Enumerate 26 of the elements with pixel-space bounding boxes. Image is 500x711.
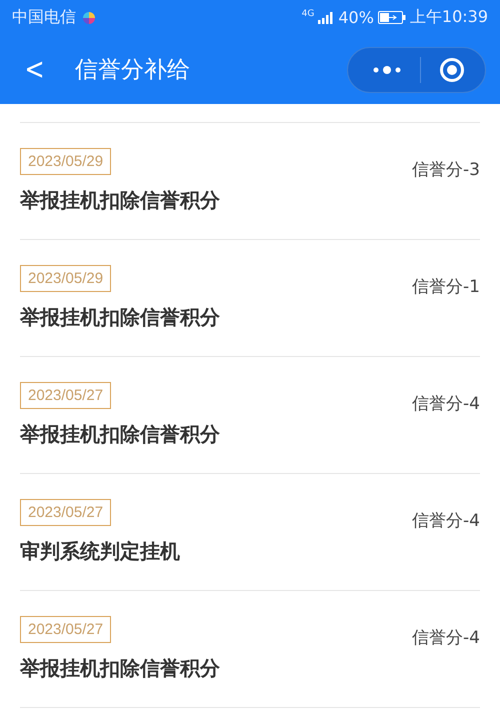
- date-tag: 2023/05/29: [20, 265, 112, 292]
- carrier-name: 中国电信: [12, 7, 76, 28]
- battery-icon: [378, 11, 406, 24]
- clock-time: 上午10:39: [410, 7, 488, 28]
- record-title: 举报挂机扣除信誉积分: [20, 304, 220, 331]
- date-tag: 2023/05/27: [20, 499, 112, 526]
- record-title: 举报挂机扣除信誉积分: [20, 187, 220, 214]
- page-title: 信誉分补给: [75, 56, 190, 85]
- more-icon[interactable]: [372, 64, 402, 74]
- score-change: 信誉分-4: [412, 392, 480, 414]
- score-change: 信誉分-1: [412, 276, 480, 298]
- carrier-logo-icon: [82, 10, 96, 24]
- close-icon[interactable]: [439, 56, 465, 82]
- record-title: 举报挂机扣除信誉积分: [20, 655, 220, 682]
- date-tag: 2023/05/29: [20, 148, 112, 175]
- record-title: 审判系统判定挂机: [20, 538, 180, 565]
- score-change: 信誉分-3: [412, 158, 480, 180]
- record-title: 举报挂机扣除信誉积分: [20, 421, 220, 448]
- signal-icon: [318, 12, 334, 24]
- score-change: 信誉分-4: [412, 510, 480, 532]
- back-button[interactable]: <: [20, 52, 50, 87]
- date-tag: 2023/05/27: [20, 382, 112, 409]
- score-change: 信誉分-4: [412, 626, 480, 648]
- network-type: 4G: [302, 9, 314, 19]
- date-tag: 2023/05/27: [20, 616, 112, 643]
- battery-percent: 40%: [338, 8, 374, 27]
